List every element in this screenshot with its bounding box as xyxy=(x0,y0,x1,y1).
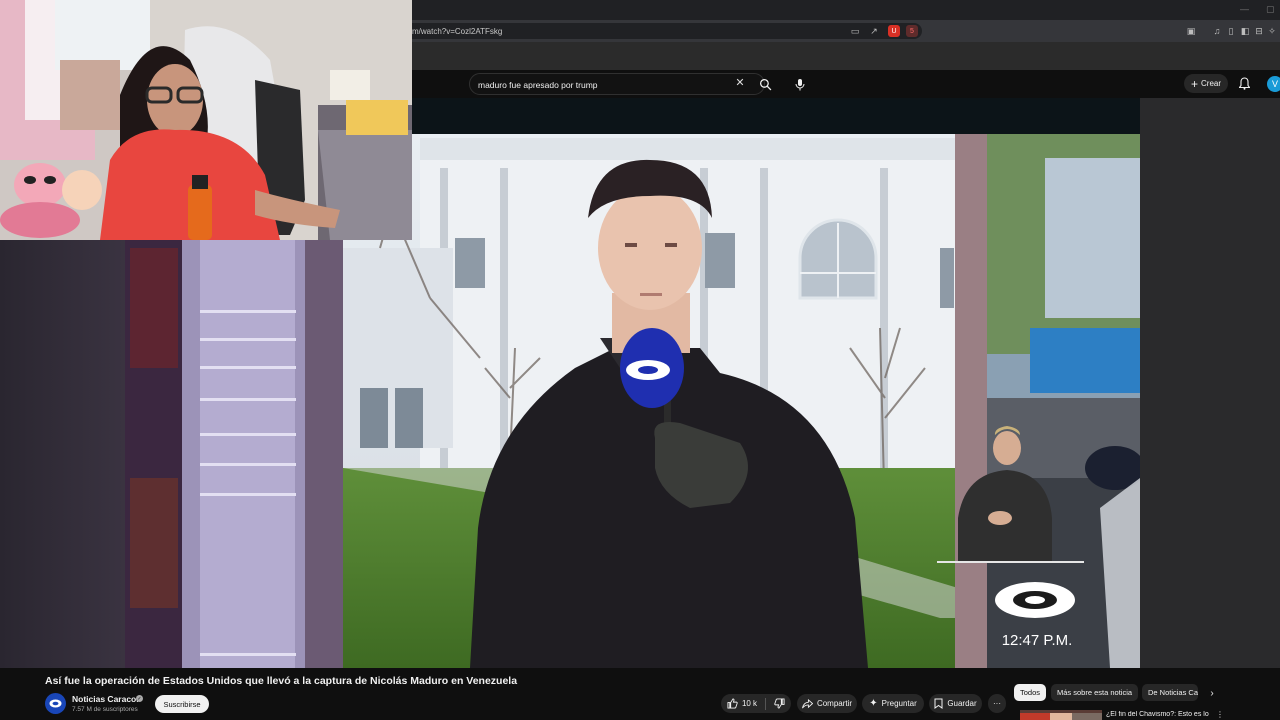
address-bar: m/watch?v=Cozl2ATFskg ▭ ↗ U 5 ▣ ♫ ▯ ◧ ⊟ … xyxy=(412,20,1280,42)
ask-button[interactable]: ✦ Preguntar xyxy=(862,694,924,713)
extension-icon[interactable]: U xyxy=(888,25,900,37)
youtube-header: ✕ + Crear V xyxy=(412,70,1280,98)
clear-search-icon[interactable]: ✕ xyxy=(732,74,748,90)
share-page-icon[interactable]: ↗ xyxy=(867,24,881,38)
verified-check-icon: ✓ xyxy=(136,695,143,702)
share-icon xyxy=(801,698,813,708)
chip-from-channel[interactable]: De Noticias Caracol xyxy=(1142,684,1198,701)
puzzle-icon[interactable]: ✧ xyxy=(1265,24,1279,38)
create-button[interactable]: + Crear xyxy=(1184,74,1228,93)
like-divider xyxy=(765,697,767,710)
recommended-title[interactable]: ¿El fin del Chavismo?: Esto es lo xyxy=(1106,711,1216,718)
like-dislike-group: 10 k xyxy=(721,694,791,713)
sidebar-icon[interactable]: ◧ xyxy=(1238,24,1252,38)
caracol-logo-icon xyxy=(995,582,1075,618)
video-info-bar: Así fue la operación de Estados Unidos q… xyxy=(0,668,1280,720)
like-button[interactable]: 10 k xyxy=(727,698,757,709)
save-label: Guardar xyxy=(947,699,977,708)
channel-name[interactable]: Noticias Caracol xyxy=(72,694,139,704)
extension-badge-icon[interactable]: 5 xyxy=(906,25,918,37)
chevron-right-icon[interactable]: › xyxy=(1205,685,1219,701)
user-avatar[interactable]: V xyxy=(1267,76,1280,92)
cast-icon[interactable]: ▭ xyxy=(848,24,862,38)
notifications-bell-icon[interactable] xyxy=(1236,75,1252,92)
thumbs-up-icon xyxy=(727,698,738,709)
chip-all[interactable]: Todos xyxy=(1014,684,1047,701)
save-button[interactable]: Guardar xyxy=(929,694,982,713)
bookmarks-bar xyxy=(412,42,1280,70)
channel-avatar[interactable] xyxy=(45,693,66,714)
recommended-thumbnail[interactable] xyxy=(1020,710,1102,720)
search-input[interactable] xyxy=(478,79,728,91)
dislike-button[interactable] xyxy=(774,698,785,709)
subscribe-button[interactable]: Suscribirse xyxy=(155,695,209,713)
chip-more-news[interactable]: Más sobre esta noticia xyxy=(1051,684,1139,701)
thumbs-down-icon xyxy=(774,698,785,709)
reading-list-icon[interactable]: ▯ xyxy=(1224,24,1238,38)
share-label: Compartir xyxy=(816,699,853,708)
webcam-overlay xyxy=(0,0,412,240)
tab-search-icon[interactable]: ⊟ xyxy=(1252,24,1266,38)
more-vert-icon[interactable]: ⋮ xyxy=(1216,710,1224,719)
right-gutter xyxy=(1140,98,1280,668)
ask-label: Preguntar xyxy=(881,699,917,708)
search-icon[interactable] xyxy=(755,74,775,94)
search-box xyxy=(469,73,765,95)
plus-icon: + xyxy=(1190,76,1198,91)
bookmark-icon xyxy=(934,698,943,709)
broadcast-time: 12:47 P.M. xyxy=(1002,632,1073,649)
url-field[interactable]: m/watch?v=Cozl2ATFskg xyxy=(412,23,922,39)
channel-logo-icon xyxy=(49,699,62,708)
more-actions-button[interactable]: ··· xyxy=(988,694,1006,713)
video-title: Así fue la operación de Estados Unidos q… xyxy=(45,675,518,687)
microphone-icon[interactable] xyxy=(789,73,811,95)
like-count: 10 k xyxy=(741,699,758,708)
subscriber-count: 7.57 M de suscriptores xyxy=(72,706,138,713)
url-text: m/watch?v=Cozl2ATFskg xyxy=(412,27,503,36)
webcam-frame xyxy=(0,0,412,240)
create-label: Crear xyxy=(1201,79,1222,88)
sparkle-icon: ✦ xyxy=(869,698,878,709)
restore-icon[interactable]: ▢ xyxy=(1266,4,1275,15)
media-icon[interactable]: ♫ xyxy=(1210,24,1224,38)
minimize-icon[interactable]: — xyxy=(1240,4,1249,14)
extensions-panel-icon[interactable]: ▣ xyxy=(1184,24,1198,38)
share-button[interactable]: Compartir xyxy=(797,694,857,713)
